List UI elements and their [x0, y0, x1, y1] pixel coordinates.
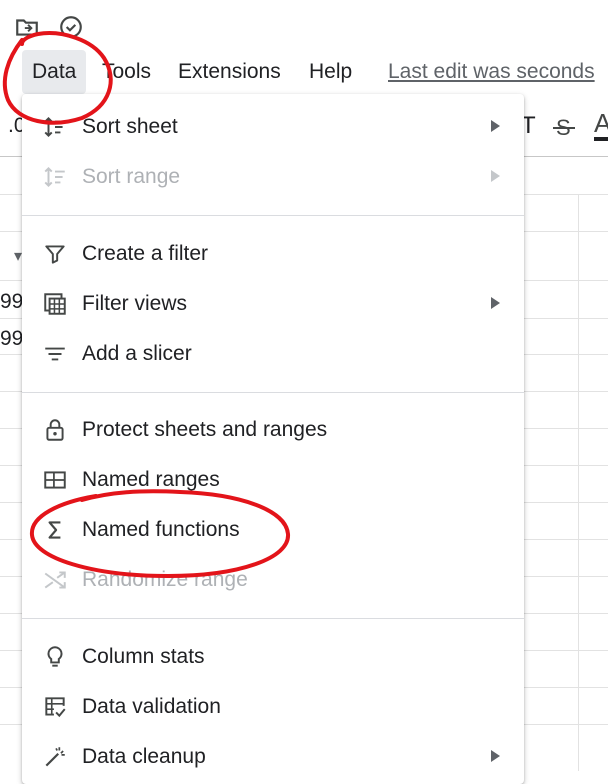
menu-item-randomize-range[interactable]: Randomize range: [22, 556, 524, 604]
menu-item-create-filter[interactable]: Create a filter: [22, 230, 524, 278]
menu-item-protect-sheets[interactable]: Protect sheets and ranges: [22, 406, 524, 454]
menu-item-column-stats[interactable]: Column stats: [22, 633, 524, 681]
submenu-arrow-icon: [491, 297, 500, 309]
menu-item-label: Create a filter: [82, 242, 209, 265]
menu-item-named-functions[interactable]: Named functions: [22, 506, 524, 554]
grid-column-line: [578, 194, 579, 771]
text-color-icon[interactable]: A: [594, 108, 608, 142]
sort-icon: [42, 164, 68, 190]
data-menu-dropdown: Sort sheet Sort range Create a filter Fi…: [22, 94, 524, 784]
menu-item-label: Named ranges: [82, 468, 220, 491]
submenu-arrow-icon: [491, 120, 500, 132]
menu-item-add-slicer[interactable]: Add a slicer: [22, 330, 524, 378]
menubar-item-extensions[interactable]: Extensions: [178, 50, 281, 94]
menu-separator: [22, 215, 524, 216]
menu-item-label: Protect sheets and ranges: [82, 418, 328, 441]
filter-views-icon: [42, 291, 68, 317]
cell-value[interactable]: 99: [0, 327, 23, 351]
menu-item-label: Add a slicer: [82, 342, 192, 365]
menu-item-sort-range[interactable]: Sort range: [22, 153, 524, 201]
strikethrough-icon[interactable]: S: [553, 114, 575, 140]
lock-icon: [42, 417, 68, 443]
submenu-arrow-icon: [491, 750, 500, 762]
menu-item-filter-views[interactable]: Filter views: [22, 280, 524, 328]
named-ranges-icon: [42, 467, 68, 493]
menu-item-data-validation[interactable]: Data validation: [22, 683, 524, 731]
menubar-item-tools[interactable]: Tools: [102, 50, 151, 94]
menubar: : Data Tools Extensions Help Last edit w…: [0, 50, 608, 94]
sort-icon: [42, 114, 68, 140]
menu-item-data-cleanup[interactable]: Data cleanup: [22, 733, 524, 781]
submenu-arrow-icon: [491, 170, 500, 182]
menu-item-label: Data validation: [82, 695, 221, 718]
menubar-item-help[interactable]: Help: [309, 50, 352, 94]
menu-separator: [22, 392, 524, 393]
menu-item-label: Sort range: [82, 165, 181, 188]
data-validation-icon: [42, 694, 68, 720]
menu-item-label: Randomize range: [82, 568, 248, 591]
column-header-chevron[interactable]: ▾: [14, 246, 22, 266]
menubar-item-data[interactable]: Data: [22, 50, 87, 94]
cloud-status-icon[interactable]: [58, 14, 84, 40]
sigma-icon: [42, 517, 68, 543]
folder-move-icon[interactable]: [14, 14, 40, 40]
menu-item-label: Data cleanup: [82, 745, 206, 768]
menu-item-label: Named functions: [82, 518, 240, 541]
shuffle-icon: [42, 567, 68, 593]
top-icon-strip: [0, 0, 608, 50]
menu-item-label: Filter views: [82, 292, 188, 315]
lightbulb-icon: [42, 644, 68, 670]
menu-item-named-ranges[interactable]: Named ranges: [22, 456, 524, 504]
magic-wand-icon: [42, 744, 68, 770]
slicer-icon: [42, 341, 68, 367]
menu-item-sort-sheet[interactable]: Sort sheet: [22, 103, 524, 151]
cell-value[interactable]: 99: [0, 290, 23, 314]
menu-separator: [22, 618, 524, 619]
last-edit-link[interactable]: Last edit was seconds: [388, 50, 595, 94]
filter-icon: [42, 241, 68, 267]
menu-item-label: Column stats: [82, 645, 205, 668]
svg-text:A: A: [594, 108, 608, 138]
menu-item-label: Sort sheet: [82, 115, 178, 138]
